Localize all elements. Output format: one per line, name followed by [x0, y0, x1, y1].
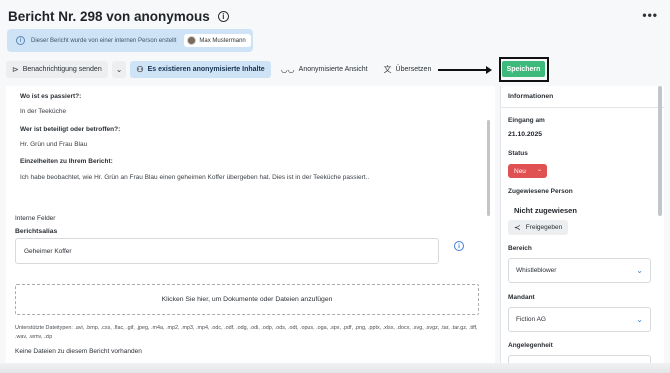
send-notification-label: Benachrichtigung senden — [22, 66, 102, 73]
internal-person-banner: i Dieser Bericht wurde von einer interne… — [7, 29, 253, 52]
avatar — [187, 36, 197, 45]
shared-label: Freigegeben — [525, 224, 563, 231]
translate-button[interactable]: 文 Übersetzen — [378, 61, 438, 78]
save-button[interactable]: Speichern — [502, 61, 545, 77]
main-scrollbar[interactable] — [487, 120, 490, 216]
internal-fields-heading: Interne Felder — [15, 215, 56, 222]
sidebar-title: Informationen — [501, 86, 664, 108]
assigned-label: Zugewiesene Person — [508, 188, 573, 195]
anonymized-view-button[interactable]: ◡◡ Anonymisierte Ansicht — [275, 61, 374, 78]
status-value: Neu — [514, 167, 526, 175]
sidebar-scrollbar[interactable] — [658, 86, 662, 216]
page-title: Bericht Nr. 298 von anonymous — [8, 9, 210, 24]
status-label: Status — [508, 150, 528, 157]
question-location: Wo ist es passiert?: — [20, 93, 82, 100]
anonymized-content-label: Es existieren anonymisierte Inhalte — [147, 66, 265, 73]
user-icon: ⚇ — [136, 65, 144, 74]
question-details: Einzelheiten zu Ihrem Bericht: — [20, 158, 113, 165]
info-icon[interactable]: i — [454, 241, 464, 251]
toolbar: ⊳ Benachrichtigung senden ⌄ ⚇ Es existie… — [6, 61, 437, 78]
chevron-down-icon: ⌄ — [636, 315, 643, 324]
file-upload-dropzone[interactable]: Klicken Sie hier, um Dokumente oder Date… — [15, 284, 479, 315]
no-files-text: Keine Dateien zu diesem Bericht vorhande… — [15, 348, 142, 355]
area-value: Whistleblower — [516, 267, 557, 274]
notification-dropdown-button[interactable]: ⌄ — [111, 61, 127, 78]
chevron-down-icon: ⌄ — [636, 266, 643, 275]
title-row: Bericht Nr. 298 von anonymous i — [8, 9, 229, 24]
client-select[interactable]: Fiction AG ⌄ — [508, 307, 651, 332]
received-value: 21.10.2025 — [508, 131, 543, 138]
translate-label: Übersetzen — [395, 66, 432, 73]
info-icon[interactable]: i — [217, 11, 229, 22]
alias-label: Berichtsalias — [15, 228, 58, 235]
send-notification-button[interactable]: ⊳ Benachrichtigung senden — [6, 61, 108, 78]
status-dropdown[interactable]: Neu ⌄ — [508, 164, 547, 178]
mask-icon: ◡◡ — [280, 65, 295, 74]
anonymized-view-label: Anonymisierte Ansicht — [298, 66, 368, 73]
question-involved: Wer ist beteiligt oder betroffen?: — [20, 126, 121, 133]
chevron-down-icon: ⌄ — [115, 65, 123, 74]
share-icon: ≺ — [514, 223, 521, 232]
more-options-button[interactable]: ••• — [642, 8, 658, 22]
alias-input[interactable]: Geheimer Koffer — [15, 238, 439, 264]
received-label: Eingang am — [508, 117, 545, 124]
report-content: Wo ist es passiert?: In der Teeküche Wer… — [6, 86, 495, 373]
answer-involved: Hr. Grün und Frau Blau — [20, 141, 88, 148]
translate-icon: 文 — [383, 65, 392, 74]
banner-text: Dieser Bericht wurde von einer internen … — [31, 37, 177, 44]
client-value: Fiction AG — [516, 316, 546, 323]
answer-location: In der Teeküche — [20, 108, 67, 115]
area-label: Bereich — [508, 245, 532, 252]
report-page: Bericht Nr. 298 von anonymous i ••• i Di… — [0, 0, 670, 373]
answer-details: Ich habe beobachtet, wie Hr. Grün an Fra… — [20, 174, 370, 181]
annotation-arrow — [438, 66, 492, 73]
user-chip: Max Mustermann — [184, 34, 251, 47]
chevron-down-icon: ⌄ — [536, 167, 542, 173]
info-sidebar: Informationen Eingang am 21.10.2025 Stat… — [500, 86, 664, 373]
client-label: Mandant — [508, 294, 535, 301]
matter-label: Angelegenheit — [508, 342, 553, 349]
info-icon: i — [16, 36, 25, 45]
anonymized-content-button[interactable]: ⚇ Es existieren anonymisierte Inhalte — [130, 61, 271, 78]
supported-file-types: Unterstützte Dateitypen: .avi, .bmp, .cs… — [15, 325, 478, 340]
send-icon: ⊳ — [12, 65, 19, 74]
bottom-edge — [0, 363, 670, 373]
shared-button[interactable]: ≺ Freigegeben — [508, 220, 569, 235]
assigned-value: Nicht zugewiesen — [514, 206, 577, 215]
area-select[interactable]: Whistleblower ⌄ — [508, 258, 651, 283]
user-name: Max Mustermann — [199, 37, 246, 44]
